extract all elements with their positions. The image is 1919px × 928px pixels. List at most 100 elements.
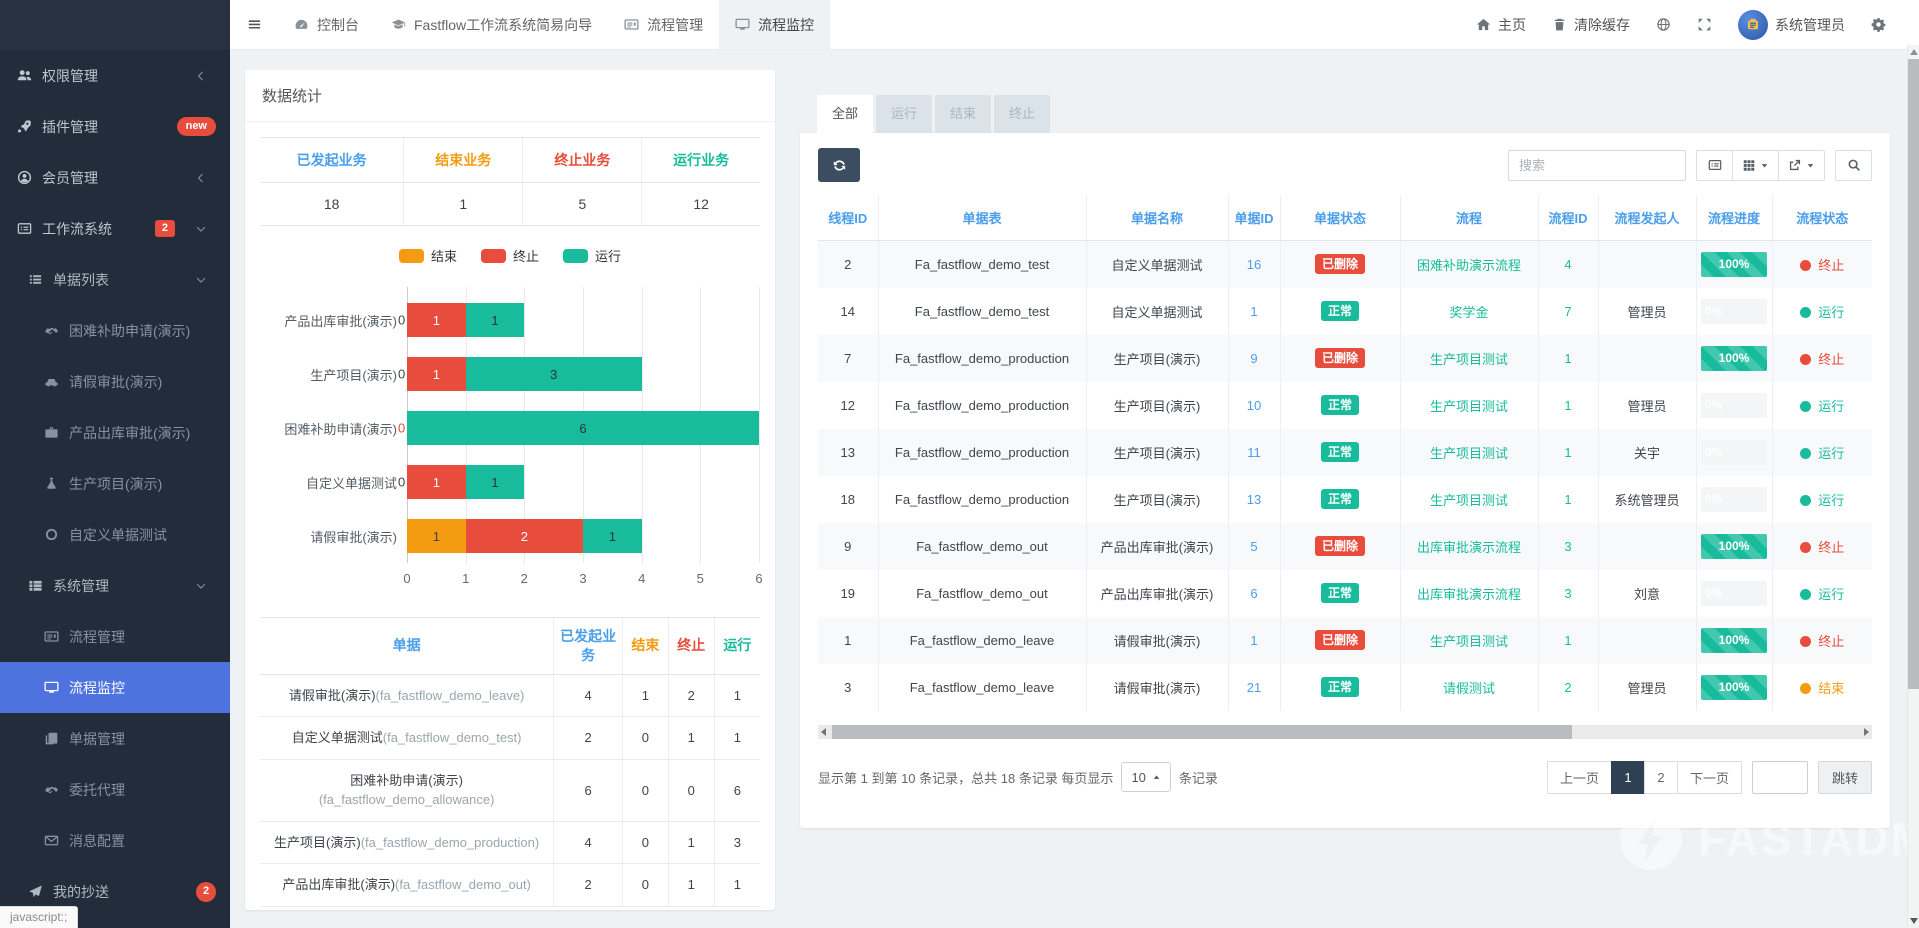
doc-id-link[interactable]: 1	[1250, 304, 1257, 319]
flow-link[interactable]: 生产项目测试	[1430, 352, 1508, 367]
sidebar-item-9[interactable]: 自定义单据测试	[0, 509, 230, 560]
sidebar-item-10[interactable]: 系统管理	[0, 560, 230, 611]
sidebar-toggle-button[interactable]	[230, 0, 278, 49]
summary-header[interactable]: 单据	[260, 618, 554, 675]
scroll-left-arrow-icon[interactable]	[821, 728, 826, 736]
home-link[interactable]: 主页	[1463, 0, 1539, 49]
flow-id-link[interactable]: 1	[1564, 351, 1571, 366]
horizontal-scrollbar-thumb[interactable]	[832, 725, 1572, 739]
column-header[interactable]: 流程	[1400, 195, 1538, 241]
sidebar-item-7[interactable]: 产品出库审批(演示)	[0, 407, 230, 458]
doc-id-link[interactable]: 11	[1247, 445, 1261, 460]
sidebar-item-12[interactable]: 流程监控	[0, 662, 230, 713]
doc-id-link[interactable]: 5	[1250, 539, 1257, 554]
table-row[interactable]: 12 Fa_fastflow_demo_production 生产项目(演示) …	[818, 382, 1872, 429]
flow-id-link[interactable]: 3	[1564, 539, 1571, 554]
doc-id-link[interactable]: 21	[1247, 680, 1261, 695]
table-row[interactable]: 1 Fa_fastflow_demo_leave 请假审批(演示) 1 已删除 …	[818, 617, 1872, 664]
flow-link[interactable]: 奖学金	[1449, 305, 1488, 320]
search-input[interactable]	[1508, 150, 1686, 181]
bar-segment[interactable]: 1	[407, 465, 466, 499]
doc-id-link[interactable]: 9	[1250, 351, 1257, 366]
flow-id-link[interactable]: 1	[1564, 445, 1571, 460]
vertical-scrollbar[interactable]	[1907, 45, 1919, 928]
sidebar-item-2[interactable]: 会员管理	[0, 152, 230, 203]
doc-id-link[interactable]: 6	[1250, 586, 1257, 601]
flow-id-link[interactable]: 1	[1564, 633, 1571, 648]
summary-header[interactable]: 结束	[623, 618, 669, 675]
table-row[interactable]: 13 Fa_fastflow_demo_production 生产项目(演示) …	[818, 429, 1872, 476]
table-row[interactable]: 9 Fa_fastflow_demo_out 产品出库审批(演示) 5 已删除 …	[818, 523, 1872, 570]
doc-id-link[interactable]: 1	[1250, 633, 1257, 648]
column-header[interactable]: 线程ID	[818, 195, 878, 241]
doc-id-link[interactable]: 16	[1247, 257, 1261, 272]
doc-id-link[interactable]: 13	[1247, 492, 1261, 507]
bar-segment[interactable]: 1	[466, 465, 525, 499]
column-header[interactable]: 单据表	[878, 195, 1086, 241]
flow-id-link[interactable]: 7	[1564, 304, 1571, 319]
horizontal-scrollbar[interactable]	[818, 725, 1872, 739]
next-page-button[interactable]: 下一页	[1677, 761, 1742, 794]
bar-segment[interactable]: 1	[407, 303, 466, 337]
sidebar-item-6[interactable]: 请假审批(演示)	[0, 356, 230, 407]
sidebar-item-0[interactable]: 权限管理	[0, 50, 230, 101]
bar-segment[interactable]: 1	[583, 519, 642, 553]
bar-segment[interactable]: 2	[466, 519, 583, 553]
column-header[interactable]: 流程进度	[1696, 195, 1772, 241]
summary-header[interactable]: 终止	[668, 618, 714, 675]
column-header[interactable]: 流程状态	[1772, 195, 1872, 241]
flow-id-link[interactable]: 1	[1564, 398, 1571, 413]
table-row[interactable]: 19 Fa_fastflow_demo_out 产品出库审批(演示) 6 正常 …	[818, 570, 1872, 617]
search-toggle-button[interactable]	[1835, 150, 1872, 181]
column-header[interactable]: 单据名称	[1086, 195, 1228, 241]
nav-tab-0[interactable]: 控制台	[278, 0, 375, 49]
sidebar-item-1[interactable]: 插件管理new	[0, 101, 230, 152]
flow-link[interactable]: 生产项目测试	[1430, 399, 1508, 414]
column-header[interactable]: 单据ID	[1228, 195, 1280, 241]
scroll-up-arrow-icon[interactable]	[1910, 49, 1918, 55]
stat-header[interactable]: 运行业务	[642, 138, 760, 183]
vertical-scrollbar-thumb[interactable]	[1908, 59, 1919, 689]
export-dropdown-button[interactable]	[1778, 150, 1825, 181]
table-row[interactable]: 7 Fa_fastflow_demo_production 生产项目(演示) 9…	[818, 335, 1872, 382]
user-menu[interactable]: 系统管理员	[1725, 0, 1858, 49]
nav-tab-2[interactable]: 流程管理	[608, 0, 719, 49]
bar-segment[interactable]: 1	[407, 357, 466, 391]
nav-tab-3[interactable]: 流程监控	[719, 0, 830, 49]
filter-tab-3[interactable]: 终止	[994, 95, 1050, 133]
legend-item[interactable]: 结束	[399, 246, 457, 265]
sidebar-item-3[interactable]: 工作流系统2	[0, 203, 230, 254]
table-row[interactable]: 14 Fa_fastflow_demo_test 自定义单据测试 1 正常 奖学…	[818, 288, 1872, 335]
detail-view-button[interactable]	[1696, 150, 1733, 181]
nav-tab-1[interactable]: Fastflow工作流系统简易向导	[375, 0, 608, 49]
flow-link[interactable]: 出库审批演示流程	[1417, 540, 1521, 555]
filter-tab-0[interactable]: 全部	[817, 95, 873, 133]
flow-link[interactable]: 出库审批演示流程	[1417, 587, 1521, 602]
page-button-1[interactable]: 1	[1611, 761, 1645, 794]
refresh-button[interactable]	[818, 148, 860, 182]
sidebar-item-11[interactable]: 流程管理	[0, 611, 230, 662]
scroll-down-arrow-icon[interactable]	[1910, 918, 1918, 924]
bar-segment[interactable]: 3	[466, 357, 642, 391]
sidebar-item-15[interactable]: 消息配置	[0, 815, 230, 866]
sidebar-item-8[interactable]: 生产项目(演示)	[0, 458, 230, 509]
sidebar-item-13[interactable]: 单据管理	[0, 713, 230, 764]
prev-page-button[interactable]: 上一页	[1547, 761, 1612, 794]
flow-link[interactable]: 生产项目测试	[1430, 493, 1508, 508]
clear-cache-link[interactable]: 清除缓存	[1539, 0, 1643, 49]
filter-tab-1[interactable]: 运行	[876, 95, 932, 133]
sidebar-item-14[interactable]: 委托代理	[0, 764, 230, 815]
flow-id-link[interactable]: 2	[1564, 680, 1571, 695]
stat-header[interactable]: 终止业务	[523, 138, 642, 183]
bar-segment[interactable]: 1	[407, 519, 466, 553]
flow-id-link[interactable]: 1	[1564, 492, 1571, 507]
sidebar-item-5[interactable]: 困难补助申请(演示)	[0, 305, 230, 356]
language-button[interactable]	[1643, 0, 1684, 49]
table-row[interactable]: 2 Fa_fastflow_demo_test 自定义单据测试 16 已删除 困…	[818, 241, 1872, 288]
column-header[interactable]: 流程发起人	[1598, 195, 1696, 241]
summary-header[interactable]: 已发起业务	[554, 618, 623, 675]
flow-link[interactable]: 请假测试	[1443, 681, 1495, 696]
jump-page-input[interactable]	[1752, 761, 1808, 794]
columns-dropdown-button[interactable]	[1732, 150, 1779, 181]
column-header[interactable]: 单据状态	[1280, 195, 1400, 241]
